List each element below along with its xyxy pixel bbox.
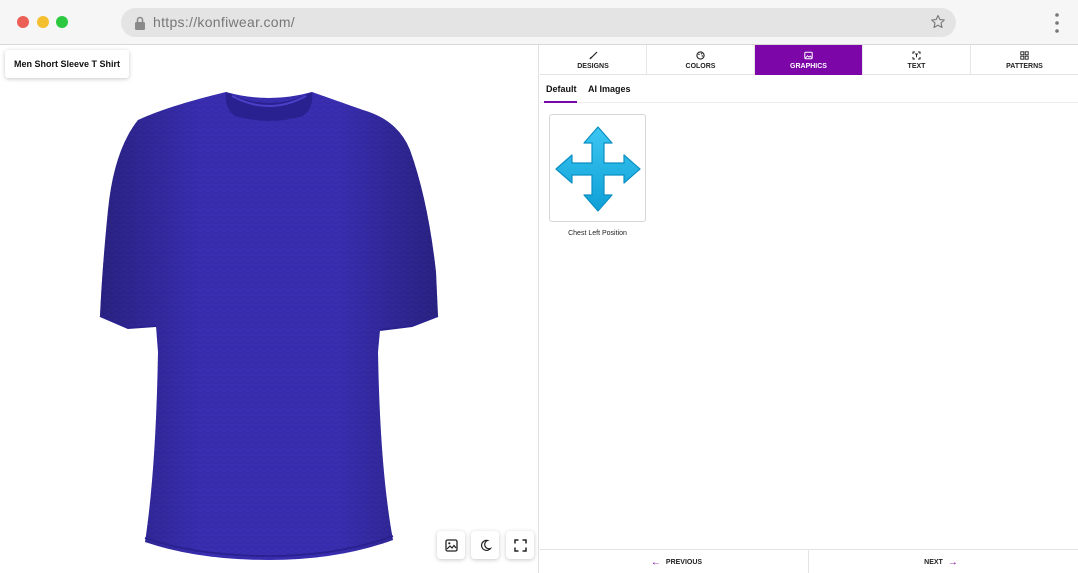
arrow-left-icon: ←: [650, 556, 661, 568]
palette-icon: [696, 50, 705, 60]
brush-icon: [588, 51, 597, 59]
moon-icon: [480, 539, 492, 551]
arrow-right-icon: →: [947, 556, 958, 568]
customization-panel: DESIGNS COLORS GRAPHICS TEXT PATTERNS De…: [540, 45, 1078, 573]
move-arrows-icon: [555, 126, 641, 212]
bookmark-star-icon[interactable]: [930, 14, 946, 30]
fullscreen-icon: [513, 538, 527, 552]
address-bar[interactable]: https://konfiwear.com/: [121, 8, 956, 37]
text-select-icon: [912, 51, 921, 59]
graphics-subtabs: Default AI Images: [540, 75, 1078, 103]
graphic-caption: Chest Left Position: [568, 230, 627, 237]
browser-chrome: https://konfiwear.com/: [0, 0, 1078, 45]
step-navigation: ← PREVIOUS NEXT →: [540, 549, 1078, 573]
maximize-window-button[interactable]: [56, 16, 68, 28]
graphic-card-chest-left[interactable]: [549, 114, 646, 222]
product-viewer[interactable]: Men Short Sleeve T Shirt: [0, 45, 539, 573]
tshirt-model[interactable]: [98, 90, 440, 560]
main-tabs: DESIGNS COLORS GRAPHICS TEXT PATTERNS: [540, 45, 1078, 75]
tab-text[interactable]: TEXT: [863, 45, 971, 75]
tab-graphics[interactable]: GRAPHICS: [755, 45, 863, 75]
browser-menu-icon[interactable]: [1054, 12, 1060, 34]
product-name-label: Men Short Sleeve T Shirt: [5, 50, 130, 78]
minimize-window-button[interactable]: [37, 16, 49, 28]
background-image-button[interactable]: [437, 531, 465, 559]
fullscreen-button[interactable]: [506, 531, 534, 559]
tab-colors[interactable]: COLORS: [647, 45, 755, 75]
close-window-button[interactable]: [17, 16, 29, 28]
dark-mode-button[interactable]: [471, 531, 499, 559]
image-icon: [804, 51, 813, 59]
image-icon: [444, 538, 458, 552]
lock-icon: [135, 16, 145, 30]
grid-icon: [1020, 50, 1029, 60]
active-subtab-indicator: [544, 101, 577, 103]
tab-patterns[interactable]: PATTERNS: [971, 45, 1078, 75]
previous-button[interactable]: ← PREVIOUS: [540, 550, 809, 573]
next-button[interactable]: NEXT →: [809, 550, 1078, 573]
url-text: https://konfiwear.com/: [153, 14, 295, 30]
subtab-default[interactable]: Default: [546, 84, 577, 94]
subtab-ai-images[interactable]: AI Images: [588, 84, 631, 94]
tab-designs[interactable]: DESIGNS: [540, 45, 647, 75]
